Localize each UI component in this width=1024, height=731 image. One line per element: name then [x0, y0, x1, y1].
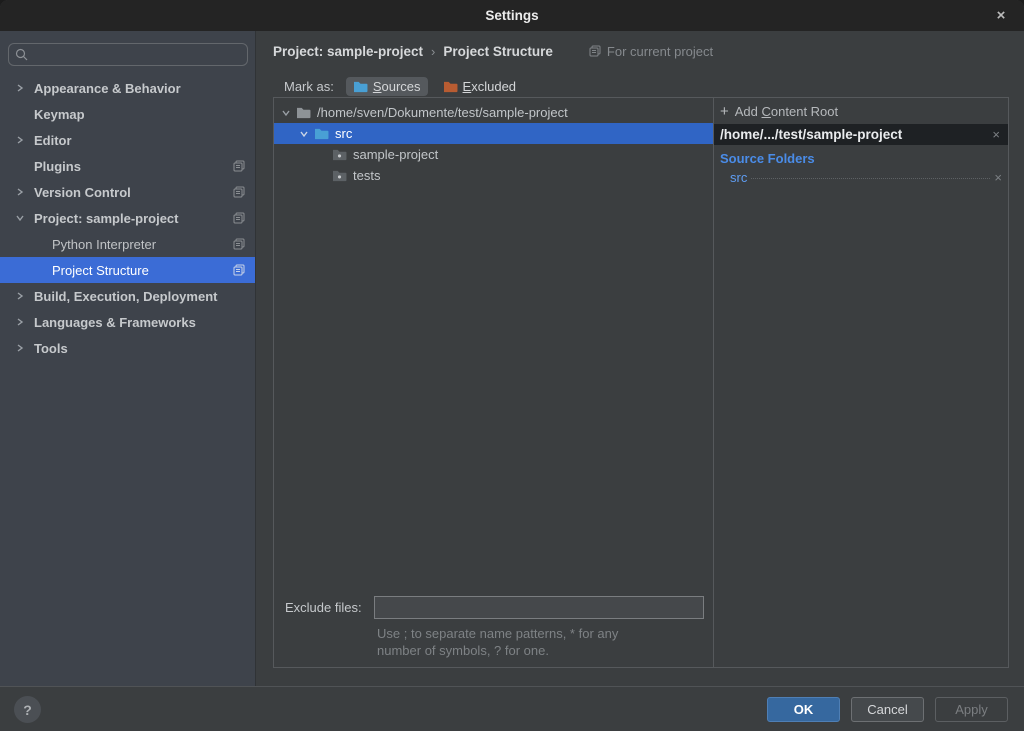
- context-note-label: For current project: [607, 44, 713, 59]
- directory-tree: /home/sven/Dokumente/test/sample-project…: [274, 102, 713, 186]
- apply-button[interactable]: Apply: [935, 697, 1008, 722]
- chevron-down-icon: [14, 212, 26, 224]
- exclude-files-hint: Use ; to separate name patterns, * for a…: [377, 625, 707, 659]
- mark-as-label: Mark as:: [284, 79, 334, 94]
- cancel-button[interactable]: Cancel: [851, 697, 924, 722]
- tree-row-sample-project[interactable]: sample-project: [274, 144, 713, 165]
- main-content: Project: sample-project › Project Struct…: [257, 31, 1024, 686]
- chevron-right-icon: [14, 290, 26, 302]
- sources-folder-icon: [353, 80, 368, 93]
- tree-row-label: tests: [353, 168, 380, 183]
- sidebar-item-version-control[interactable]: Version Control: [0, 179, 255, 205]
- folder-icon: [332, 148, 347, 161]
- sidebar-item-tools[interactable]: Tools: [0, 335, 255, 361]
- source-folders-heading: Source Folders: [720, 151, 815, 166]
- sidebar-item-project-structure[interactable]: Project Structure: [0, 257, 255, 283]
- exclude-files-section: Exclude files: Use ; to separate name pa…: [274, 596, 713, 659]
- tree-row-tests[interactable]: tests: [274, 165, 713, 186]
- chevron-down-icon: [298, 128, 310, 140]
- ok-button[interactable]: OK: [767, 697, 840, 722]
- chevron-right-icon: [14, 134, 26, 146]
- mark-as-sources-button[interactable]: Sources: [346, 77, 428, 96]
- breadcrumb-page: Project Structure: [443, 44, 553, 59]
- structure-panels: /home/sven/Dokumente/test/sample-project…: [273, 97, 1009, 668]
- search-input[interactable]: [34, 47, 241, 62]
- chevron-right-icon: [14, 316, 26, 328]
- chevron-right-icon: [14, 82, 26, 94]
- per-project-icon: [233, 264, 245, 276]
- source-folder-item[interactable]: src ×: [730, 170, 1002, 190]
- chevron-right-icon: [14, 186, 26, 198]
- per-project-icon: [589, 45, 601, 57]
- content-root-detail-panel: + Add Content Root /home/.../test/sample…: [714, 98, 1008, 667]
- sidebar-item-python-interpreter[interactable]: Python Interpreter: [0, 231, 255, 257]
- sidebar-item-keymap[interactable]: Keymap: [0, 101, 255, 127]
- content-root-item[interactable]: /home/.../test/sample-project ×: [714, 124, 1008, 145]
- sidebar-item-build-execution-deployment[interactable]: Build, Execution, Deployment: [0, 283, 255, 309]
- tree-row-root[interactable]: /home/sven/Dokumente/test/sample-project: [274, 102, 713, 123]
- sidebar-item-editor[interactable]: Editor: [0, 127, 255, 153]
- chevron-down-icon: [280, 107, 292, 119]
- exclude-files-input[interactable]: [374, 596, 704, 619]
- source-folder-icon: [314, 127, 329, 140]
- tree-row-label: /home/sven/Dokumente/test/sample-project: [317, 105, 568, 120]
- add-content-root-button[interactable]: + Add Content Root: [720, 104, 838, 119]
- sidebar-menu: Appearance & Behavior Keymap Editor Plug…: [0, 75, 255, 361]
- plus-icon: +: [720, 105, 729, 118]
- per-project-icon: [233, 238, 245, 250]
- per-project-icon: [233, 186, 245, 198]
- context-note: For current project: [589, 44, 713, 59]
- remove-source-folder-icon[interactable]: ×: [994, 170, 1002, 185]
- settings-sidebar: Appearance & Behavior Keymap Editor Plug…: [0, 31, 256, 686]
- dialog-footer: ? OK Cancel Apply: [0, 686, 1024, 731]
- per-project-icon: [233, 160, 245, 172]
- remove-content-root-icon[interactable]: ×: [992, 127, 1000, 142]
- sidebar-item-languages-frameworks[interactable]: Languages & Frameworks: [0, 309, 255, 335]
- per-project-icon: [233, 212, 245, 224]
- content-root-tree-panel: /home/sven/Dokumente/test/sample-project…: [274, 98, 714, 667]
- tree-row-src[interactable]: src: [274, 123, 713, 144]
- breadcrumb: Project: sample-project › Project Struct…: [273, 38, 1014, 64]
- search-icon: [15, 48, 28, 61]
- tree-row-label: sample-project: [353, 147, 438, 162]
- folder-icon: [296, 106, 311, 119]
- folder-icon: [332, 169, 347, 182]
- dotted-leader: [751, 178, 990, 179]
- mark-as-toolbar: Mark as: Sources Excluded: [284, 74, 523, 98]
- content-root-path: /home/.../test/sample-project: [720, 127, 992, 142]
- settings-dialog: Settings × Appearance & Behavior Keymap …: [0, 0, 1024, 731]
- sidebar-item-project-sample-project[interactable]: Project: sample-project: [0, 205, 255, 231]
- tree-row-label: src: [335, 126, 352, 141]
- close-icon[interactable]: ×: [986, 0, 1016, 31]
- help-button[interactable]: ?: [14, 696, 41, 723]
- chevron-right-icon: [14, 342, 26, 354]
- settings-search-box[interactable]: [8, 43, 248, 66]
- breadcrumb-separator: ›: [431, 44, 435, 59]
- source-folder-name: src: [730, 170, 747, 185]
- excluded-folder-icon: [443, 80, 458, 93]
- breadcrumb-project[interactable]: Project: sample-project: [273, 44, 423, 59]
- exclude-files-label: Exclude files:: [285, 600, 362, 615]
- sidebar-item-appearance-behavior[interactable]: Appearance & Behavior: [0, 75, 255, 101]
- title-bar: Settings ×: [0, 0, 1024, 31]
- dialog-title: Settings: [485, 8, 538, 23]
- mark-as-excluded-button[interactable]: Excluded: [436, 77, 523, 96]
- sidebar-item-plugins[interactable]: Plugins: [0, 153, 255, 179]
